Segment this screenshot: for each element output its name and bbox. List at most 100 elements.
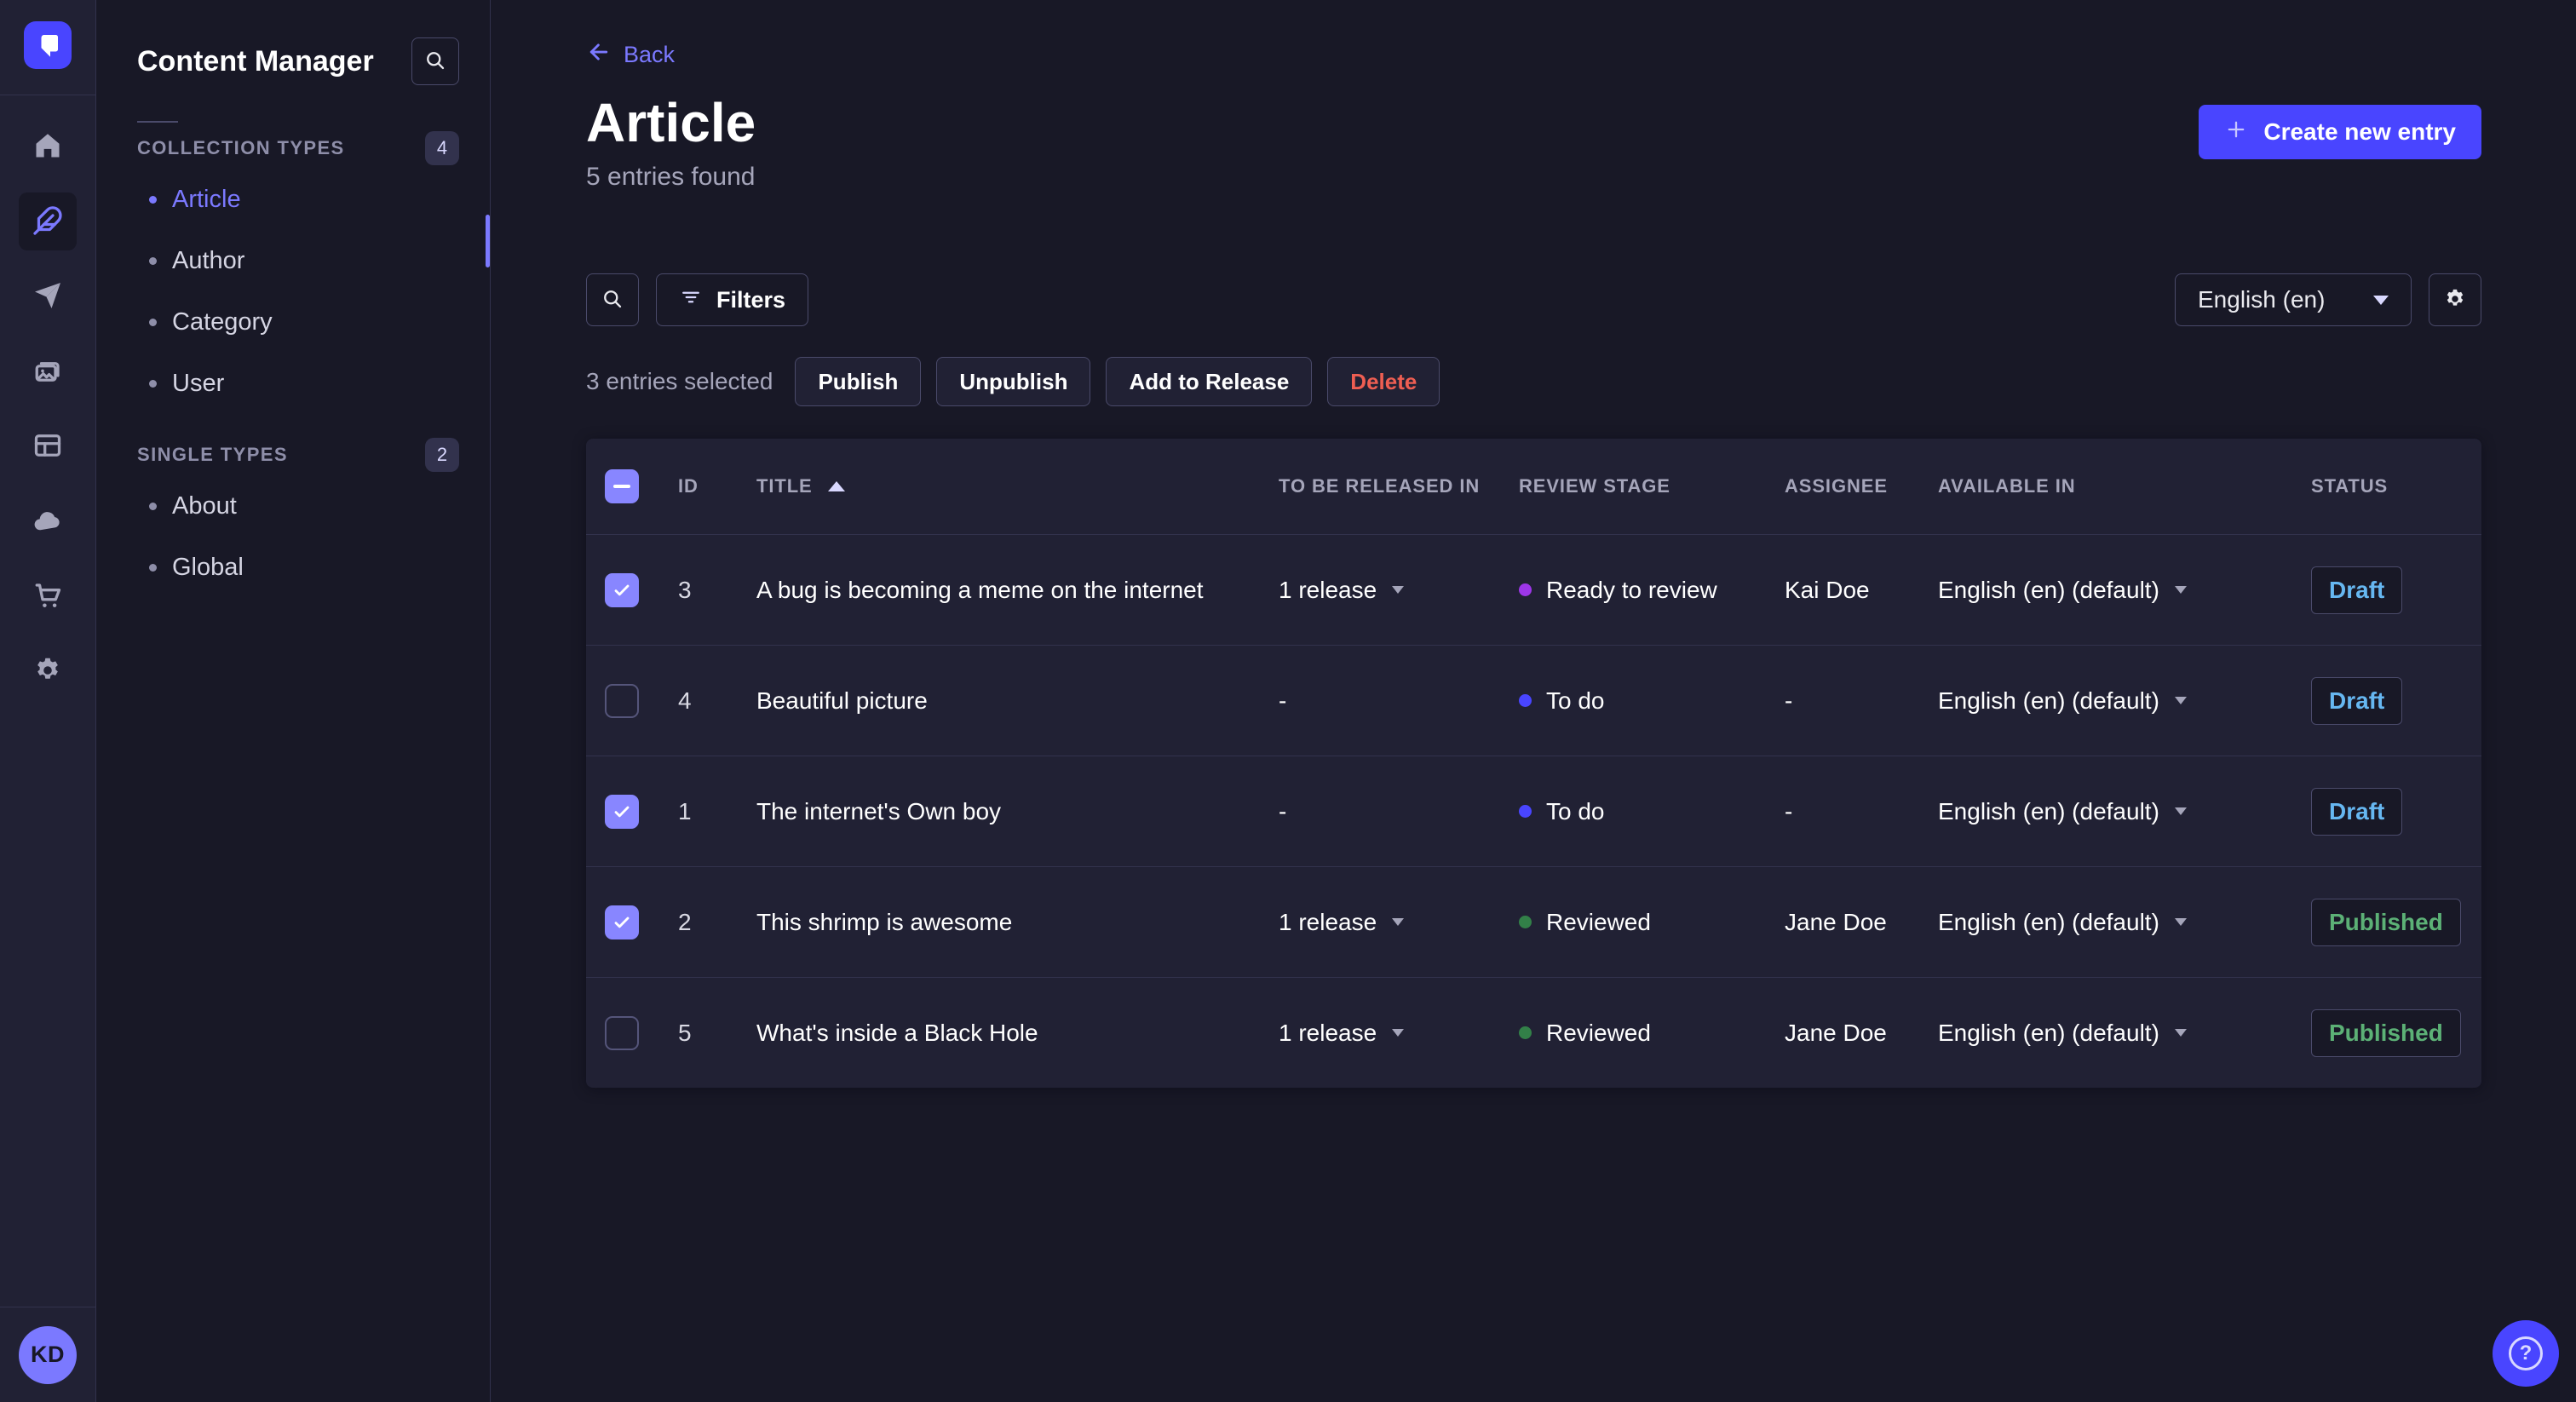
cell-available-in[interactable]: English (en) (default) bbox=[1928, 577, 2301, 604]
column-header-to-be-released-in[interactable]: TO BE RELEASED IN bbox=[1268, 475, 1509, 497]
cell-title: What's inside a Black Hole bbox=[756, 1019, 1038, 1046]
sidebar-item-label: Author bbox=[172, 246, 245, 274]
app-window: KD Content Manager COLLECTION TYPES 4 Arti… bbox=[0, 0, 2576, 1402]
rail-item-paper-plane-icon[interactable] bbox=[19, 267, 77, 325]
publish-button[interactable]: Publish bbox=[795, 357, 922, 406]
cell-id: 2 bbox=[678, 908, 692, 935]
create-new-entry-button[interactable]: Create new entry bbox=[2199, 105, 2481, 159]
cell-available-in[interactable]: English (en) (default) bbox=[1928, 687, 2301, 715]
cell-review-stage: To do bbox=[1509, 798, 1774, 825]
cell-to-be-released-in[interactable]: 1 release bbox=[1268, 1020, 1509, 1047]
bullet-icon bbox=[149, 563, 157, 572]
stage-dot-icon bbox=[1519, 805, 1532, 818]
select-all-checkbox[interactable] bbox=[605, 469, 639, 503]
chevron-down-icon bbox=[1392, 918, 1405, 926]
view-settings-button[interactable] bbox=[2429, 273, 2481, 326]
sidebar-item-label: Category bbox=[172, 307, 273, 336]
user-avatar[interactable]: KD bbox=[19, 1325, 77, 1384]
cell-available-in[interactable]: English (en) (default) bbox=[1928, 1020, 2301, 1047]
selection-count-label: 3 entries selected bbox=[586, 368, 773, 394]
chevron-down-icon bbox=[1392, 1029, 1405, 1037]
cloud-icon bbox=[32, 505, 63, 538]
entries-count: 5 entries found bbox=[586, 163, 756, 191]
rail-item-cloud-icon[interactable] bbox=[19, 492, 77, 550]
unpublish-button[interactable]: Unpublish bbox=[936, 357, 1091, 406]
locale-select[interactable]: English (en) bbox=[2175, 273, 2412, 326]
sidebar-item-category[interactable]: Category bbox=[96, 291, 490, 353]
sidebar-item-global[interactable]: Global bbox=[96, 537, 490, 598]
sidebar-divider bbox=[137, 121, 178, 123]
chevron-down-icon bbox=[2174, 918, 2187, 926]
sidebar-item-label: Global bbox=[172, 553, 244, 581]
rail-item-cart-icon[interactable] bbox=[19, 567, 77, 625]
layout-icon bbox=[32, 430, 63, 463]
stage-dot-icon bbox=[1519, 694, 1532, 707]
row-checkbox[interactable] bbox=[605, 572, 639, 607]
sidebar-search-button[interactable] bbox=[411, 37, 459, 85]
column-header-status[interactable]: STATUS bbox=[2301, 475, 2481, 497]
cell-id: 4 bbox=[678, 687, 692, 714]
delete-button[interactable]: Delete bbox=[1327, 357, 1440, 406]
cell-review-stage: Reviewed bbox=[1509, 1020, 1774, 1047]
row-checkbox[interactable] bbox=[605, 794, 639, 829]
back-link[interactable]: Back bbox=[586, 39, 675, 71]
section-label: SINGLE TYPES bbox=[137, 444, 288, 465]
column-header-review-stage[interactable]: REVIEW STAGE bbox=[1509, 475, 1774, 497]
sort-ascending-icon bbox=[827, 481, 845, 491]
sidebar-item-user[interactable]: User bbox=[96, 353, 490, 414]
sidebar-item-label: About bbox=[172, 491, 237, 520]
stage-dot-icon bbox=[1519, 583, 1532, 596]
status-badge: Draft bbox=[2311, 676, 2403, 725]
bullet-icon bbox=[149, 256, 157, 265]
bullet-icon bbox=[149, 195, 157, 204]
table-row[interactable]: 1 The internet's Own boy - To do - English (e… bbox=[586, 756, 2481, 866]
images-icon bbox=[32, 355, 63, 388]
sidebar-item-article[interactable]: Article bbox=[96, 169, 490, 230]
sidebar-item-label: User bbox=[172, 369, 225, 397]
column-header-id[interactable]: ID bbox=[668, 475, 746, 497]
sidebar-item-about[interactable]: About bbox=[96, 475, 490, 537]
add-to-release-button[interactable]: Add to Release bbox=[1106, 357, 1313, 406]
table-row[interactable]: 5 What's inside a Black Hole 1 release Revi… bbox=[586, 977, 2481, 1088]
column-header-available-in[interactable]: AVAILABLE IN bbox=[1928, 475, 2301, 497]
rail-item-gear-icon[interactable] bbox=[19, 642, 77, 700]
help-button[interactable]: ? bbox=[2493, 1320, 2559, 1387]
cell-status: Published bbox=[2301, 898, 2481, 946]
table-row[interactable]: 2 This shrimp is awesome 1 release Reviewed… bbox=[586, 866, 2481, 977]
section-label: COLLECTION TYPES bbox=[137, 137, 345, 158]
column-header-assignee[interactable]: ASSIGNEE bbox=[1774, 475, 1928, 497]
cell-available-in[interactable]: English (en) (default) bbox=[1928, 798, 2301, 825]
section-count-badge: 4 bbox=[425, 131, 459, 165]
sidebar-item-author[interactable]: Author bbox=[96, 230, 490, 291]
column-header-title[interactable]: TITLE bbox=[746, 475, 1268, 497]
row-checkbox[interactable] bbox=[605, 1015, 639, 1050]
cell-to-be-released-in[interactable]: 1 release bbox=[1268, 909, 1509, 936]
cell-review-stage: Ready to review bbox=[1509, 577, 1774, 604]
cell-to-be-released-in[interactable]: 1 release bbox=[1268, 577, 1509, 604]
rail-item-images-icon[interactable] bbox=[19, 342, 77, 400]
table-row[interactable]: 3 A bug is becoming a meme on the interne… bbox=[586, 534, 2481, 645]
cell-status: Draft bbox=[2301, 566, 2481, 614]
sidebar-section: SINGLE TYPES 2 About Global bbox=[96, 438, 490, 598]
cell-available-in[interactable]: English (en) (default) bbox=[1928, 909, 2301, 936]
search-entries-button[interactable] bbox=[586, 273, 639, 326]
arrow-left-icon bbox=[586, 39, 612, 71]
bullet-icon bbox=[149, 379, 157, 388]
sidebar-section: COLLECTION TYPES 4 Article Author Category Us… bbox=[96, 131, 490, 414]
rail-item-feather-icon[interactable] bbox=[19, 192, 77, 250]
rail-item-home-icon[interactable] bbox=[19, 118, 77, 175]
rail-item-layout-icon[interactable] bbox=[19, 417, 77, 475]
gear-icon bbox=[2443, 287, 2467, 313]
active-item-indicator bbox=[486, 215, 490, 267]
home-icon bbox=[32, 130, 63, 164]
strapi-logo bbox=[24, 21, 72, 73]
chevron-down-icon bbox=[2373, 295, 2389, 305]
sidebar-item-label: Article bbox=[172, 185, 241, 213]
row-checkbox[interactable] bbox=[605, 683, 639, 718]
status-badge: Draft bbox=[2311, 787, 2403, 836]
status-badge: Published bbox=[2311, 1008, 2461, 1057]
search-icon bbox=[601, 287, 624, 313]
table-row[interactable]: 4 Beautiful picture - To do - English (en) (d… bbox=[586, 645, 2481, 756]
filters-button[interactable]: Filters bbox=[656, 273, 809, 326]
row-checkbox[interactable] bbox=[605, 905, 639, 939]
